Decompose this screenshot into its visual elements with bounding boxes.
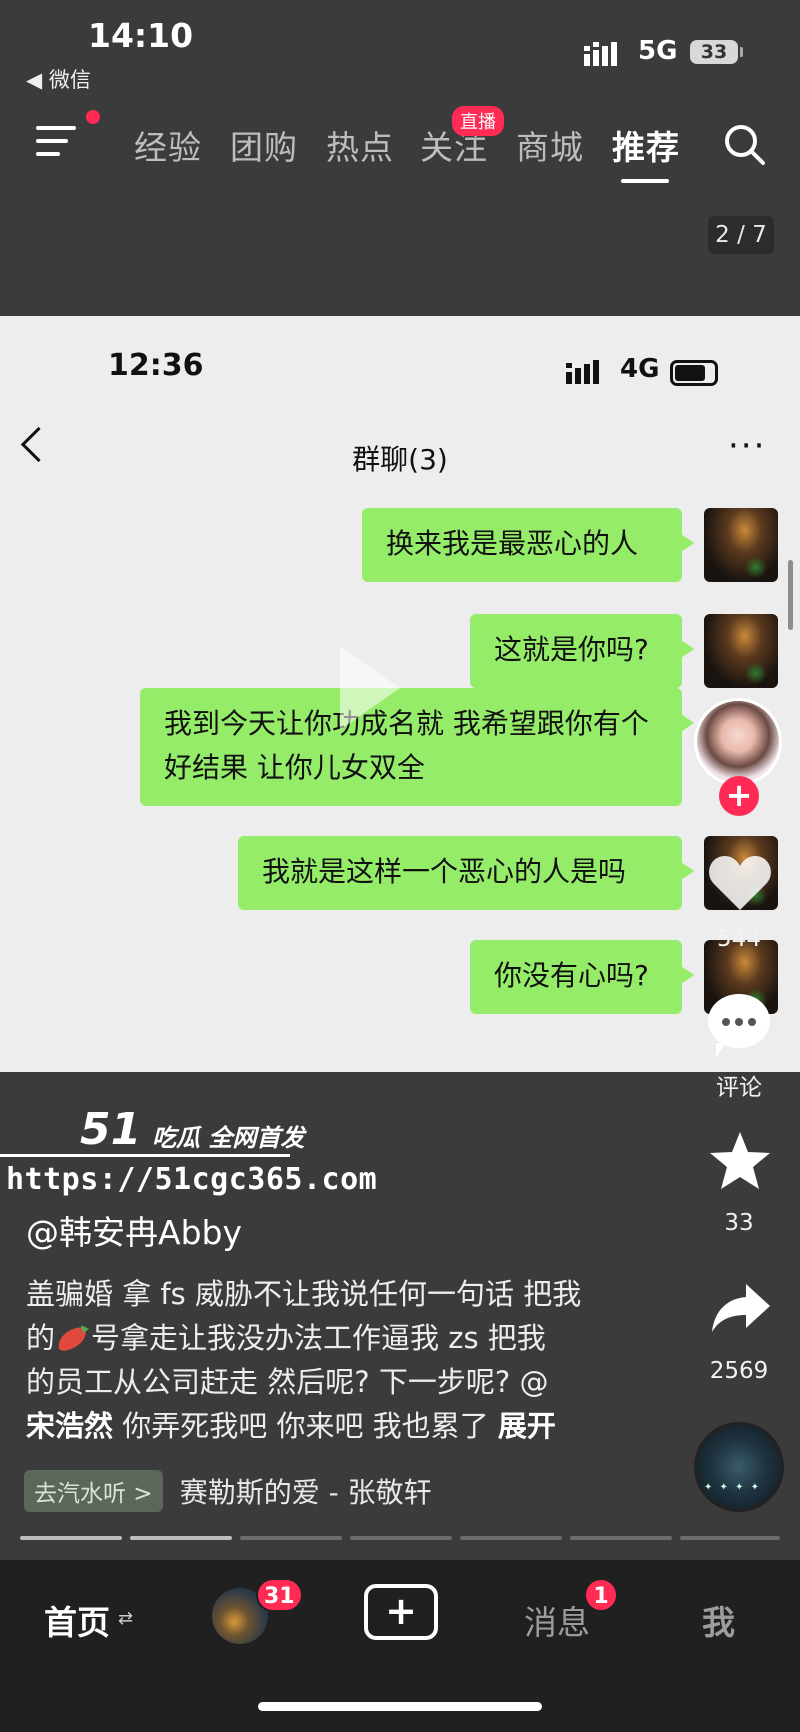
back-to-wechat-link[interactable]: ◀ 微信 [26, 64, 91, 94]
description-line: 宋浩然 你弄死我吧 你来吧 我也累了 展开 [26, 1409, 556, 1443]
creator-avatar[interactable] [694, 698, 782, 786]
friends-badge: 31 [256, 1578, 303, 1612]
chat-avatar [704, 614, 778, 688]
listen-on-soda-tag[interactable]: 去汽水听 > [24, 1470, 163, 1512]
search-icon[interactable] [722, 122, 766, 166]
play-icon [340, 646, 400, 730]
outer-status-bar: 14:10 ◀ 微信 5G 33 [0, 0, 800, 100]
live-badge: 直播 [452, 106, 504, 136]
tab-me[interactable]: 我 [702, 1596, 735, 1644]
share-icon[interactable] [710, 1282, 772, 1334]
follow-button[interactable]: + [719, 776, 759, 816]
signal-icon [584, 42, 617, 66]
image-progress-segment [460, 1536, 562, 1540]
image-progress-segment [350, 1536, 452, 1540]
image-page-counter: 2 / 7 [708, 216, 774, 254]
image-progress-segment [680, 1536, 780, 1540]
chat-message: 这就是你吗? [470, 614, 694, 688]
description-line: 的号拿走让我没办法工作逼我 zs 把我 [26, 1321, 546, 1355]
menu-icon[interactable] [36, 124, 78, 158]
description-line: 的员工从公司赶走 然后呢? 下一步呢? @ [26, 1365, 549, 1399]
image-progress-segment [240, 1536, 342, 1540]
network-type: 5G [638, 36, 678, 66]
share-count: 2569 [709, 1358, 769, 1384]
tab-messages[interactable]: 消息 [524, 1596, 590, 1644]
author-name[interactable]: @韩安冉Abby [26, 1206, 242, 1254]
chat-message: 我就是这样一个恶心的人是吗 [238, 836, 694, 910]
chat-message: 我到今天让你功成名就 我希望跟你有个好结果 让你儿女双全 [140, 688, 694, 806]
tab-group-buy[interactable]: 团购 [230, 121, 298, 169]
description-line: 盖骗婚 拿 fs 威胁不让我说任何一句话 把我 [26, 1277, 582, 1311]
tab-home[interactable]: 首页 [44, 1596, 110, 1644]
video-description: 盖骗婚 拿 fs 威胁不让我说任何一句话 把我 的号拿走让我没办法工作逼我 zs… [26, 1272, 626, 1448]
image-progress-segment [130, 1536, 232, 1540]
favorite-count: 33 [724, 1210, 754, 1236]
comment-icon[interactable] [708, 994, 770, 1057]
inner-status-time: 12:36 [108, 348, 204, 383]
chat-message: 换来我是最恶心的人 [362, 508, 694, 582]
music-disc-art: ✦ ✦ ✦ ✦ [704, 1482, 762, 1493]
inner-network-type: 4G [620, 354, 660, 384]
tab-trending[interactable]: 热点 [326, 121, 394, 169]
music-row[interactable]: 去汽水听 > 赛勒斯的爱 - 张敬轩 [24, 1470, 432, 1512]
tab-recommended[interactable]: 推荐 [612, 121, 680, 169]
chat-message: 你没有心吗? [470, 940, 694, 1014]
music-disc-icon[interactable] [694, 1422, 784, 1512]
comment-label: 评论 [716, 1075, 762, 1101]
chat-scrollbar [788, 560, 793, 630]
home-indicator[interactable] [258, 1702, 542, 1711]
expand-button[interactable]: 展开 [498, 1409, 556, 1443]
watermark-underline [0, 1154, 290, 1157]
watermark-url: https://51cgc365.com [6, 1162, 378, 1197]
messages-badge: 1 [584, 1578, 618, 1612]
heart-icon[interactable] [708, 854, 772, 912]
add-post-button[interactable]: + [364, 1584, 438, 1640]
watermark-logo: 51 [80, 1104, 142, 1155]
battery-tip [740, 47, 743, 57]
status-time: 14:10 [88, 16, 194, 55]
chat-screenshot-image: 12:36 4G 群聊(3) ··· 换来我是最恶心的人 这就是你吗? 我到今天… [0, 316, 800, 1072]
chat-avatar [704, 508, 778, 582]
like-count: 544 [717, 926, 761, 952]
tomato-icon [58, 1325, 90, 1351]
inner-signal-icon [566, 360, 599, 384]
tab-experience[interactable]: 经验 [134, 121, 202, 169]
mention-link[interactable]: 宋浩然 [26, 1409, 113, 1443]
music-title[interactable]: 赛勒斯的爱 - 张敬轩 [180, 1471, 432, 1511]
switch-arrows-icon[interactable]: ⇄ [118, 1608, 133, 1629]
image-progress-segment [20, 1536, 122, 1540]
inner-battery-level [675, 365, 705, 381]
active-tab-indicator [621, 179, 669, 183]
star-icon[interactable] [708, 1130, 772, 1192]
watermark-tagline: 吃瓜 全网首发 [152, 1124, 305, 1152]
chat-title: 群聊(3) [352, 443, 448, 476]
image-progress-segment [570, 1536, 672, 1540]
battery-icon: 33 [690, 40, 738, 64]
notification-dot [86, 110, 100, 124]
chat-more-icon: ··· [728, 426, 767, 466]
tab-mall[interactable]: 商城 [516, 121, 584, 169]
